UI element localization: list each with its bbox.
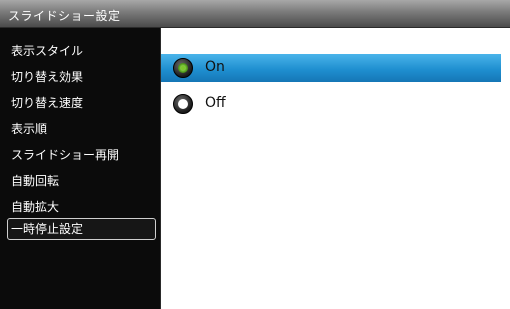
option-off-label: Off (205, 95, 226, 111)
radio-unchecked-icon[interactable] (173, 94, 193, 114)
radio-checked-icon[interactable] (173, 58, 193, 78)
sidebar-item-transition-speed[interactable]: 切り替え速度 (8, 92, 156, 114)
option-on[interactable]: On (161, 54, 501, 82)
settings-sidebar: 表示スタイル 切り替え効果 切り替え速度 表示順 スライドショー再開 自動回転 … (0, 28, 161, 309)
window-title: スライドショー設定 (8, 9, 121, 23)
sidebar-item-slideshow-resume[interactable]: スライドショー再開 (8, 144, 156, 166)
sidebar-item-display-style[interactable]: 表示スタイル (8, 40, 156, 62)
sidebar-item-auto-zoom[interactable]: 自動拡大 (8, 196, 156, 218)
radio-dot (181, 66, 185, 70)
radio-dot (181, 102, 185, 106)
sidebar-item-auto-rotate[interactable]: 自動回転 (8, 170, 156, 192)
title-bar: スライドショー設定 (0, 0, 510, 28)
radio-inner (178, 99, 188, 109)
sidebar-item-transition-effect[interactable]: 切り替え効果 (8, 66, 156, 88)
slideshow-settings-window: スライドショー設定 表示スタイル 切り替え効果 切り替え速度 表示順 スライドシ… (0, 0, 510, 309)
radio-inner (178, 63, 188, 73)
sidebar-item-display-order[interactable]: 表示順 (8, 118, 156, 140)
option-off[interactable]: Off (161, 90, 501, 118)
sidebar-item-pause-settings[interactable]: 一時停止設定 (7, 218, 156, 240)
options-panel: On Off (161, 28, 510, 309)
option-on-label: On (205, 59, 225, 75)
